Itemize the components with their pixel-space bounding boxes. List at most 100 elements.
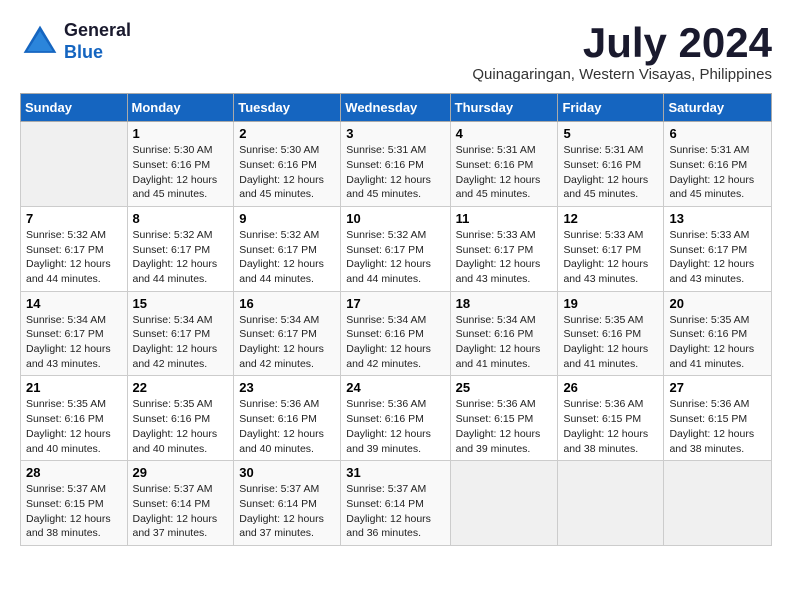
- day-info: Sunrise: 5:35 AMSunset: 6:16 PMDaylight:…: [26, 397, 122, 456]
- calendar-cell: [558, 461, 664, 546]
- day-number: 13: [669, 211, 766, 226]
- day-info: Sunrise: 5:31 AMSunset: 6:16 PMDaylight:…: [346, 143, 444, 202]
- calendar-cell: 1 Sunrise: 5:30 AMSunset: 6:16 PMDaylight…: [127, 122, 234, 207]
- calendar-week-row: 28 Sunrise: 5:37 AMSunset: 6:15 PMDayligh…: [21, 461, 772, 546]
- calendar-cell: 19 Sunrise: 5:35 AMSunset: 6:16 PMDayligh…: [558, 291, 664, 376]
- day-number: 31: [346, 465, 444, 480]
- weekday-header: Wednesday: [341, 94, 450, 122]
- day-info: Sunrise: 5:34 AMSunset: 6:17 PMDaylight:…: [239, 313, 335, 372]
- day-info: Sunrise: 5:32 AMSunset: 6:17 PMDaylight:…: [239, 228, 335, 287]
- day-number: 27: [669, 380, 766, 395]
- day-number: 22: [133, 380, 229, 395]
- weekday-header: Sunday: [21, 94, 128, 122]
- day-info: Sunrise: 5:32 AMSunset: 6:17 PMDaylight:…: [346, 228, 444, 287]
- calendar-cell: 20 Sunrise: 5:35 AMSunset: 6:16 PMDayligh…: [664, 291, 772, 376]
- calendar-cell: [664, 461, 772, 546]
- day-info: Sunrise: 5:34 AMSunset: 6:17 PMDaylight:…: [26, 313, 122, 372]
- calendar-week-row: 21 Sunrise: 5:35 AMSunset: 6:16 PMDayligh…: [21, 376, 772, 461]
- calendar-cell: 10Sunrise: 5:32 AMSunset: 6:17 PMDayligh…: [341, 206, 450, 291]
- calendar-cell: 27 Sunrise: 5:36 AMSunset: 6:15 PMDayligh…: [664, 376, 772, 461]
- day-number: 14: [26, 296, 122, 311]
- day-info: Sunrise: 5:34 AMSunset: 6:16 PMDaylight:…: [456, 313, 553, 372]
- day-number: 24: [346, 380, 444, 395]
- calendar-cell: 15 Sunrise: 5:34 AMSunset: 6:17 PMDayligh…: [127, 291, 234, 376]
- title-block: July 2024 Quinagaringan, Western Visayas…: [472, 20, 772, 83]
- calendar-cell: 31 Sunrise: 5:37 AMSunset: 6:14 PMDayligh…: [341, 461, 450, 546]
- day-info: Sunrise: 5:37 AMSunset: 6:14 PMDaylight:…: [133, 482, 229, 541]
- day-number: 15: [133, 296, 229, 311]
- day-number: 1: [133, 126, 229, 141]
- weekday-header: Saturday: [664, 94, 772, 122]
- day-info: Sunrise: 5:31 AMSunset: 6:16 PMDaylight:…: [669, 143, 766, 202]
- day-info: Sunrise: 5:37 AMSunset: 6:14 PMDaylight:…: [346, 482, 444, 541]
- day-number: 19: [563, 296, 658, 311]
- day-number: 30: [239, 465, 335, 480]
- calendar-cell: 13 Sunrise: 5:33 AMSunset: 6:17 PMDayligh…: [664, 206, 772, 291]
- day-number: 25: [456, 380, 553, 395]
- calendar-week-row: 1 Sunrise: 5:30 AMSunset: 6:16 PMDaylight…: [21, 122, 772, 207]
- day-number: 16: [239, 296, 335, 311]
- day-info: Sunrise: 5:36 AMSunset: 6:16 PMDaylight:…: [346, 397, 444, 456]
- logo-icon: [20, 22, 60, 62]
- calendar-cell: 4 Sunrise: 5:31 AMSunset: 6:16 PMDaylight…: [450, 122, 558, 207]
- day-number: 3: [346, 126, 444, 141]
- calendar-cell: 16 Sunrise: 5:34 AMSunset: 6:17 PMDayligh…: [234, 291, 341, 376]
- calendar-cell: 7 Sunrise: 5:32 AMSunset: 6:17 PMDaylight…: [21, 206, 128, 291]
- calendar-cell: 22Sunrise: 5:35 AMSunset: 6:16 PMDayligh…: [127, 376, 234, 461]
- calendar-cell: 29 Sunrise: 5:37 AMSunset: 6:14 PMDayligh…: [127, 461, 234, 546]
- calendar-cell: 25 Sunrise: 5:36 AMSunset: 6:15 PMDayligh…: [450, 376, 558, 461]
- day-info: Sunrise: 5:31 AMSunset: 6:16 PMDaylight:…: [456, 143, 553, 202]
- day-info: Sunrise: 5:37 AMSunset: 6:15 PMDaylight:…: [26, 482, 122, 541]
- calendar-cell: 17Sunrise: 5:34 AMSunset: 6:16 PMDayligh…: [341, 291, 450, 376]
- day-info: Sunrise: 5:33 AMSunset: 6:17 PMDaylight:…: [563, 228, 658, 287]
- day-number: 26: [563, 380, 658, 395]
- day-number: 29: [133, 465, 229, 480]
- weekday-header: Tuesday: [234, 94, 341, 122]
- logo-text: General Blue: [64, 20, 131, 63]
- day-info: Sunrise: 5:31 AMSunset: 6:16 PMDaylight:…: [563, 143, 658, 202]
- calendar-cell: 8Sunrise: 5:32 AMSunset: 6:17 PMDaylight…: [127, 206, 234, 291]
- day-number: 9: [239, 211, 335, 226]
- day-number: 28: [26, 465, 122, 480]
- day-number: 12: [563, 211, 658, 226]
- day-info: Sunrise: 5:32 AMSunset: 6:17 PMDaylight:…: [26, 228, 122, 287]
- page-header: General Blue July 2024 Quinagaringan, We…: [20, 20, 772, 83]
- weekday-header: Monday: [127, 94, 234, 122]
- calendar-cell: 24 Sunrise: 5:36 AMSunset: 6:16 PMDayligh…: [341, 376, 450, 461]
- day-info: Sunrise: 5:36 AMSunset: 6:15 PMDaylight:…: [456, 397, 553, 456]
- day-info: Sunrise: 5:37 AMSunset: 6:14 PMDaylight:…: [239, 482, 335, 541]
- day-number: 6: [669, 126, 766, 141]
- day-number: 4: [456, 126, 553, 141]
- day-number: 2: [239, 126, 335, 141]
- location-subtitle: Quinagaringan, Western Visayas, Philippi…: [472, 66, 772, 83]
- calendar-cell: 3 Sunrise: 5:31 AMSunset: 6:16 PMDaylight…: [341, 122, 450, 207]
- day-info: Sunrise: 5:33 AMSunset: 6:17 PMDaylight:…: [669, 228, 766, 287]
- calendar-week-row: 7 Sunrise: 5:32 AMSunset: 6:17 PMDaylight…: [21, 206, 772, 291]
- day-number: 11: [456, 211, 553, 226]
- weekday-header: Thursday: [450, 94, 558, 122]
- calendar-cell: 30 Sunrise: 5:37 AMSunset: 6:14 PMDayligh…: [234, 461, 341, 546]
- calendar-cell: 14 Sunrise: 5:34 AMSunset: 6:17 PMDayligh…: [21, 291, 128, 376]
- day-number: 8: [133, 211, 229, 226]
- day-number: 20: [669, 296, 766, 311]
- day-info: Sunrise: 5:30 AMSunset: 6:16 PMDaylight:…: [133, 143, 229, 202]
- day-number: 21: [26, 380, 122, 395]
- calendar-cell: 23Sunrise: 5:36 AMSunset: 6:16 PMDayligh…: [234, 376, 341, 461]
- day-info: Sunrise: 5:33 AMSunset: 6:17 PMDaylight:…: [456, 228, 553, 287]
- calendar-table: SundayMondayTuesdayWednesdayThursdayFrid…: [20, 93, 772, 546]
- day-info: Sunrise: 5:34 AMSunset: 6:17 PMDaylight:…: [133, 313, 229, 372]
- day-number: 18: [456, 296, 553, 311]
- weekday-header: Friday: [558, 94, 664, 122]
- day-info: Sunrise: 5:36 AMSunset: 6:15 PMDaylight:…: [563, 397, 658, 456]
- day-number: 7: [26, 211, 122, 226]
- calendar-cell: 18 Sunrise: 5:34 AMSunset: 6:16 PMDayligh…: [450, 291, 558, 376]
- day-info: Sunrise: 5:35 AMSunset: 6:16 PMDaylight:…: [563, 313, 658, 372]
- day-info: Sunrise: 5:36 AMSunset: 6:16 PMDaylight:…: [239, 397, 335, 456]
- calendar-cell: [21, 122, 128, 207]
- calendar-cell: [450, 461, 558, 546]
- day-info: Sunrise: 5:34 AMSunset: 6:16 PMDaylight:…: [346, 313, 444, 372]
- day-info: Sunrise: 5:36 AMSunset: 6:15 PMDaylight:…: [669, 397, 766, 456]
- calendar-cell: 26 Sunrise: 5:36 AMSunset: 6:15 PMDayligh…: [558, 376, 664, 461]
- month-title: July 2024: [472, 20, 772, 66]
- day-info: Sunrise: 5:35 AMSunset: 6:16 PMDaylight:…: [669, 313, 766, 372]
